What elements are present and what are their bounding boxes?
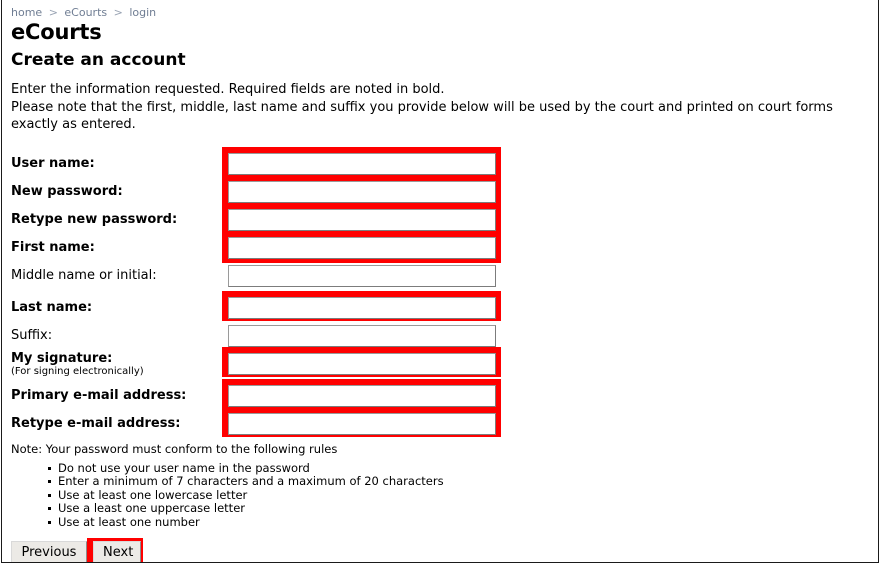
suffix-input[interactable] — [228, 324, 496, 347]
list-item: Use a least one uppercase letter — [48, 501, 878, 516]
primary-email-input[interactable] — [228, 384, 496, 407]
form-row-primary-email: Primary e-mail address: — [2, 382, 878, 410]
label-user-name: User name: — [11, 155, 95, 171]
form-actions: Previous Next — [11, 538, 878, 562]
form-row-last-name: Last name: — [2, 294, 878, 322]
user-name-input[interactable] — [228, 152, 496, 175]
label-my-signature-text: My signature: — [11, 350, 113, 366]
password-rules-note: Note: Your password must conform to the … — [11, 441, 338, 456]
label-my-signature: My signature: (For signing electronicall… — [11, 351, 144, 377]
form-row-signature: My signature: (For signing electronicall… — [2, 350, 878, 378]
label-primary-email: Primary e-mail address: — [11, 387, 187, 403]
retype-new-password-input[interactable] — [228, 208, 496, 231]
breadcrumb-item-home[interactable]: home — [11, 6, 42, 19]
label-retype-email: Retype e-mail address: — [11, 415, 181, 431]
form-row-first-name: First name: — [2, 234, 878, 262]
page-title: Create an account — [11, 50, 186, 70]
breadcrumb-item-ecourts[interactable]: eCourts — [64, 6, 107, 19]
retype-email-input[interactable] — [228, 412, 496, 435]
label-new-password: New password: — [11, 183, 123, 199]
previous-button[interactable]: Previous — [11, 541, 87, 562]
label-last-name: Last name: — [11, 299, 93, 315]
breadcrumb-separator: > — [48, 6, 58, 19]
signature-input[interactable] — [228, 352, 496, 375]
site-title: eCourts — [11, 20, 102, 44]
form-row-new-password: New password: — [2, 178, 878, 206]
label-my-signature-sub: (For signing electronically) — [11, 365, 144, 377]
form-row-retype-email: Retype e-mail address: — [2, 410, 878, 438]
label-retype-new-password: Retype new password: — [11, 211, 178, 227]
next-button[interactable]: Next — [93, 541, 141, 562]
list-item: Use at least one number — [48, 515, 878, 530]
label-first-name: First name: — [11, 239, 95, 255]
account-form: User name: New password: Retype new pass… — [2, 144, 878, 438]
middle-name-input[interactable] — [228, 264, 496, 287]
label-suffix: Suffix: — [11, 327, 53, 343]
label-middle-name: Middle name or initial: — [11, 267, 157, 283]
intro-text: Enter the information requested. Require… — [11, 81, 869, 134]
list-item: Use at least one lowercase letter — [48, 488, 878, 503]
last-name-input[interactable] — [228, 296, 496, 319]
intro-line-1: Enter the information requested. Require… — [11, 82, 445, 97]
page-frame: home > eCourts > login eCourts Create an… — [1, 0, 879, 563]
breadcrumb: home > eCourts > login — [2, 0, 878, 19]
breadcrumb-separator: > — [113, 6, 123, 19]
password-rules-list: Do not use your user name in the passwor… — [2, 461, 878, 530]
breadcrumb-item-login[interactable]: login — [129, 6, 156, 19]
list-item: Do not use your user name in the passwor… — [48, 461, 878, 476]
form-row-user-name: User name: — [2, 150, 878, 178]
first-name-input[interactable] — [228, 236, 496, 259]
new-password-input[interactable] — [228, 180, 496, 203]
form-row-retype-new-password: Retype new password: — [2, 206, 878, 234]
intro-line-2: Please note that the first, middle, last… — [11, 99, 833, 133]
form-row-middle-name: Middle name or initial: — [2, 262, 878, 290]
list-item: Enter a minimum of 7 characters and a ma… — [48, 474, 878, 489]
form-row-suffix: Suffix: — [2, 322, 878, 350]
